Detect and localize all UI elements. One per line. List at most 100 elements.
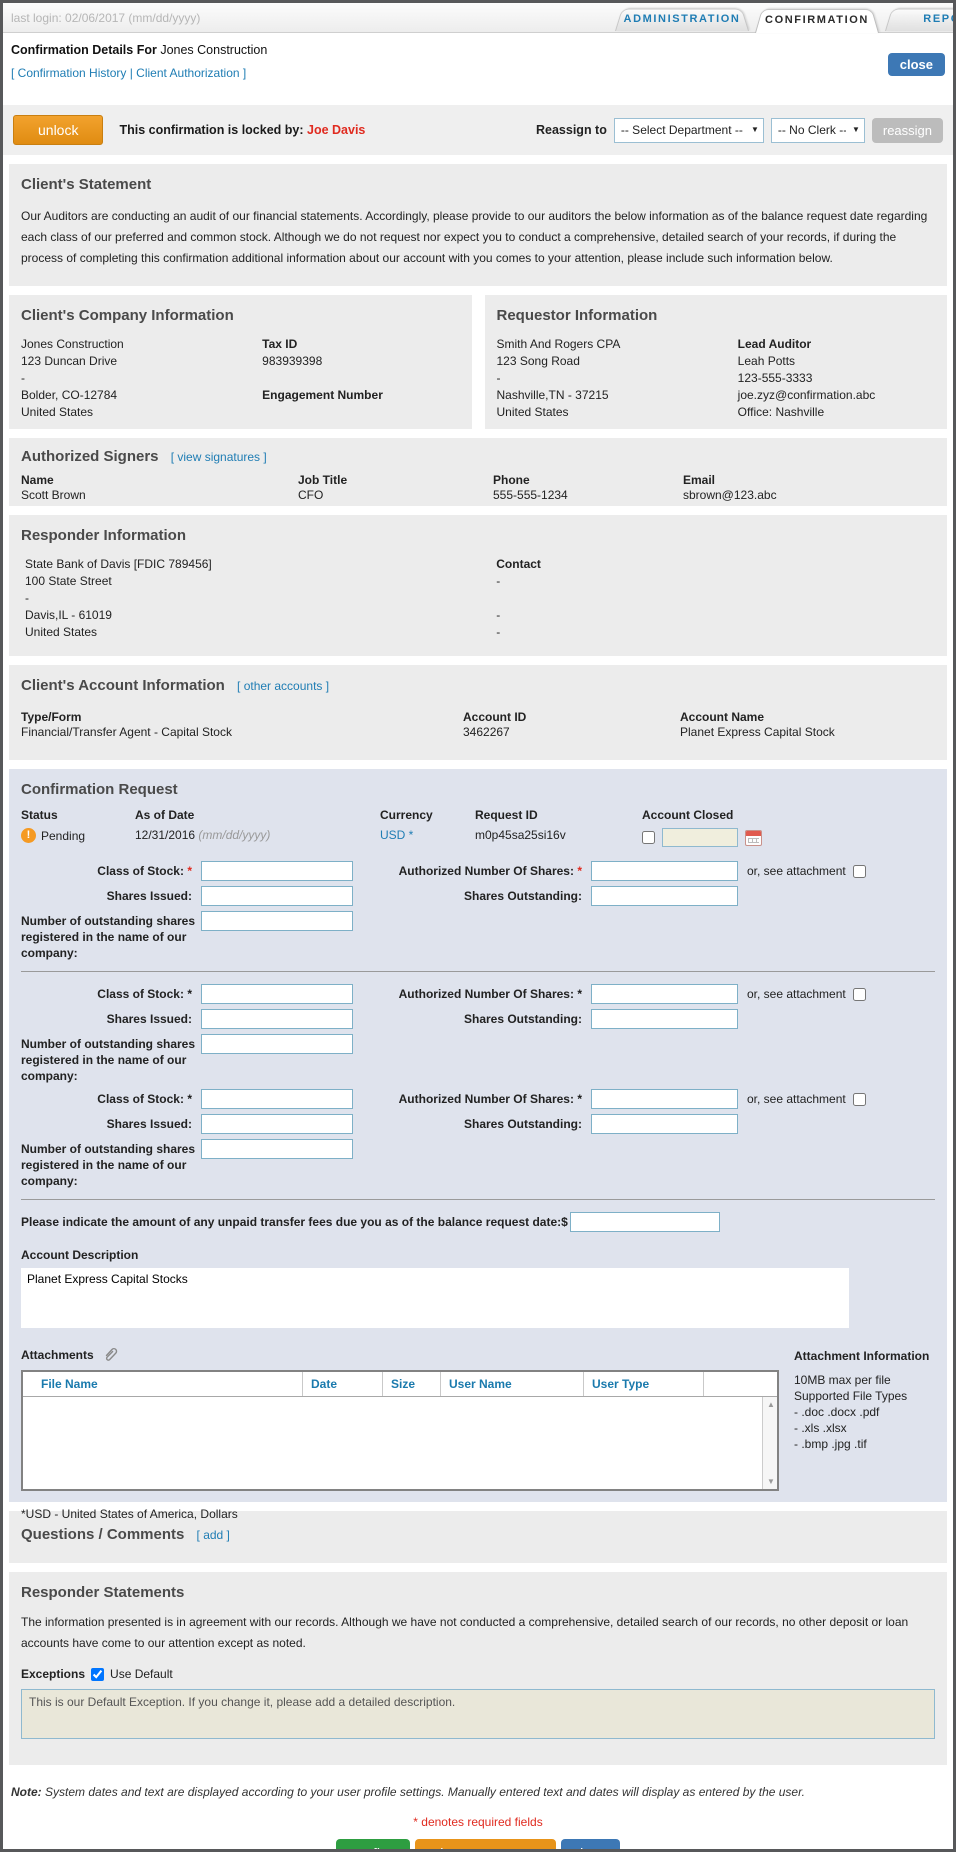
date-format-hint: (mm/dd/yyyy): [198, 828, 271, 842]
authorized-shares-input[interactable]: [591, 1089, 738, 1109]
authorized-shares-label: Authorized Number Of Shares:: [398, 864, 574, 878]
class-of-stock-input[interactable]: [201, 1089, 353, 1109]
department-select[interactable]: -- Select Department --: [613, 117, 764, 143]
outstanding-registered-input[interactable]: [201, 911, 353, 931]
divider: [21, 1199, 935, 1200]
confirm-button[interactable]: confirm: [336, 1839, 410, 1849]
transfer-fee-row: Please indicate the amount of any unpaid…: [21, 1212, 935, 1232]
stock-block-3: Class of Stock: * Authorized Number Of S…: [21, 1089, 935, 1189]
shares-issued-input[interactable]: [201, 1009, 353, 1029]
calendar-icon[interactable]: [745, 829, 762, 846]
account-closed-date-input[interactable]: [662, 828, 738, 847]
signers-table: Name Job Title Phone Email Scott Brown C…: [21, 473, 935, 502]
breadcrumb-links: [ Confirmation History | Client Authoriz…: [11, 66, 945, 80]
exception-textarea[interactable]: This is our Default Exception. If you ch…: [21, 1689, 935, 1739]
authorized-shares-input[interactable]: [591, 861, 738, 881]
account-closed-checkbox[interactable]: [642, 831, 655, 844]
shares-outstanding-input[interactable]: [591, 1009, 738, 1029]
authorized-shares-input[interactable]: [591, 984, 738, 1004]
reassign-to-label: Reassign to: [536, 123, 607, 137]
attach-header-username: User Name: [441, 1372, 584, 1396]
unlock-button[interactable]: unlock: [13, 115, 104, 145]
shares-outstanding-input[interactable]: [591, 1114, 738, 1134]
account-header-typeform: Type/Form: [21, 710, 82, 724]
requestor-address: Smith And Rogers CPA 123 Song Road - Nas…: [496, 337, 621, 419]
outstanding-registered-input[interactable]: [201, 1139, 353, 1159]
paperclip-icon[interactable]: [102, 1346, 120, 1364]
see-attachment-label: or, see attachment: [747, 864, 846, 878]
link-separator: |: [126, 66, 137, 80]
company-ids: Tax ID 983939398 Engagement Number: [262, 336, 459, 421]
confirmation-request-section: Confirmation Request Status ! Pending As…: [9, 769, 947, 1521]
class-of-stock-label: Class of Stock:: [97, 987, 184, 1001]
account-description-textarea[interactable]: Planet Express Capital Stocks: [21, 1268, 849, 1328]
see-attachment-checkbox[interactable]: [852, 987, 866, 1001]
tab-report[interactable]: REPORT: [885, 6, 953, 31]
questions-comments-title: Questions / Comments [ add ]: [21, 1526, 230, 1543]
shares-outstanding-label: Shares Outstanding:: [463, 889, 582, 903]
tab-confirmation[interactable]: CONFIRMATION: [755, 6, 879, 33]
table-row: CFO: [298, 488, 324, 502]
close-button-bottom[interactable]: close: [560, 1839, 620, 1849]
table-row: 555-555-1234: [493, 488, 568, 502]
class-of-stock-label: Class of Stock:: [97, 1092, 184, 1106]
responder-contact: Contact - - -: [496, 556, 935, 641]
transfer-fee-label: Please indicate the amount of any unpaid…: [21, 1215, 562, 1229]
client-statement-title: Client's Statement: [21, 176, 152, 193]
see-attachment-label: or, see attachment: [747, 987, 846, 1001]
footer-note-label: Note:: [11, 1785, 42, 1799]
locked-by-name: Joe Davis: [307, 123, 366, 137]
attachment-info-title: Attachment Information: [794, 1349, 930, 1363]
attachment-info-panel: Attachment Information 10MB max per file…: [794, 1349, 930, 1451]
class-of-stock-input[interactable]: [201, 984, 353, 1004]
client-statement-section: Client's Statement Our Auditors are cond…: [9, 164, 947, 286]
reassign-controls: Reassign to -- Select Department -- ▼ --…: [536, 117, 943, 143]
lead-auditor-label: Lead Auditor: [737, 337, 812, 351]
scroll-up-icon[interactable]: ▲: [767, 1400, 775, 1409]
client-authorization-link[interactable]: Client Authorization: [136, 66, 239, 80]
action-buttons: confirm other response▲ close: [11, 1839, 945, 1849]
attachments-scrollbar[interactable]: ▲ ▼: [762, 1397, 777, 1489]
view-signatures-link[interactable]: [ view signatures ]: [171, 450, 267, 464]
signers-header-email: Email: [683, 473, 716, 487]
attach-header-spacer: [704, 1372, 777, 1396]
required-asterisk: *: [187, 1092, 192, 1106]
table-row: Planet Express Capital Stock: [680, 725, 835, 739]
see-attachment-checkbox[interactable]: [852, 1092, 866, 1106]
company-info-title: Client's Company Information: [21, 307, 234, 324]
authorized-shares-label: Authorized Number Of Shares:: [398, 987, 574, 1001]
other-accounts-link[interactable]: [ other accounts ]: [237, 679, 329, 693]
class-of-stock-input[interactable]: [201, 861, 353, 881]
shares-issued-input[interactable]: [201, 886, 353, 906]
scroll-down-icon[interactable]: ▼: [767, 1477, 775, 1486]
currency-link[interactable]: USD *: [380, 828, 413, 842]
attach-header-filename: File Name: [23, 1372, 303, 1396]
department-select-wrap: -- Select Department -- ▼: [613, 117, 764, 143]
transfer-fee-input[interactable]: [569, 1212, 720, 1232]
stock-block-2: Class of Stock: * Authorized Number Of S…: [21, 984, 935, 1084]
shares-outstanding-label: Shares Outstanding:: [463, 1012, 582, 1026]
confirmation-history-link[interactable]: Confirmation History: [18, 66, 127, 80]
add-comment-link[interactable]: [ add ]: [197, 1528, 230, 1542]
outstanding-registered-input[interactable]: [201, 1034, 353, 1054]
clerk-select[interactable]: -- No Clerk --: [770, 117, 865, 143]
client-statement-body: Our Auditors are conducting an audit of …: [21, 209, 928, 265]
tax-id-label: Tax ID: [262, 337, 298, 351]
shares-outstanding-input[interactable]: [591, 886, 738, 906]
confirmation-details-page: last login: 02/06/2017 (mm/dd/yyyy) ADMI…: [0, 0, 956, 1852]
close-button-top[interactable]: close: [887, 53, 945, 76]
request-id-value: m0p45sa25si16v: [475, 828, 566, 842]
other-response-button[interactable]: other response▲: [414, 1839, 556, 1849]
responder-statements-section: Responder Statements The information pre…: [9, 1572, 947, 1765]
use-default-checkbox[interactable]: [91, 1667, 105, 1681]
required-asterisk: *: [577, 987, 582, 1001]
as-of-date-value: 12/31/2016 (mm/dd/yyyy): [135, 828, 271, 842]
company-address: Jones Construction 123 Duncan Drive - Bo…: [21, 337, 124, 419]
reassign-button[interactable]: reassign: [871, 117, 943, 143]
last-login-text: last login: 02/06/2017 (mm/dd/yyyy): [11, 11, 201, 25]
see-attachment-checkbox[interactable]: [852, 864, 866, 878]
up-triangle-icon: ▲: [528, 1846, 543, 1849]
shares-issued-input[interactable]: [201, 1114, 353, 1134]
tab-administration[interactable]: ADMINISTRATION: [615, 6, 749, 31]
shares-issued-label: Shares Issued:: [106, 1012, 192, 1026]
